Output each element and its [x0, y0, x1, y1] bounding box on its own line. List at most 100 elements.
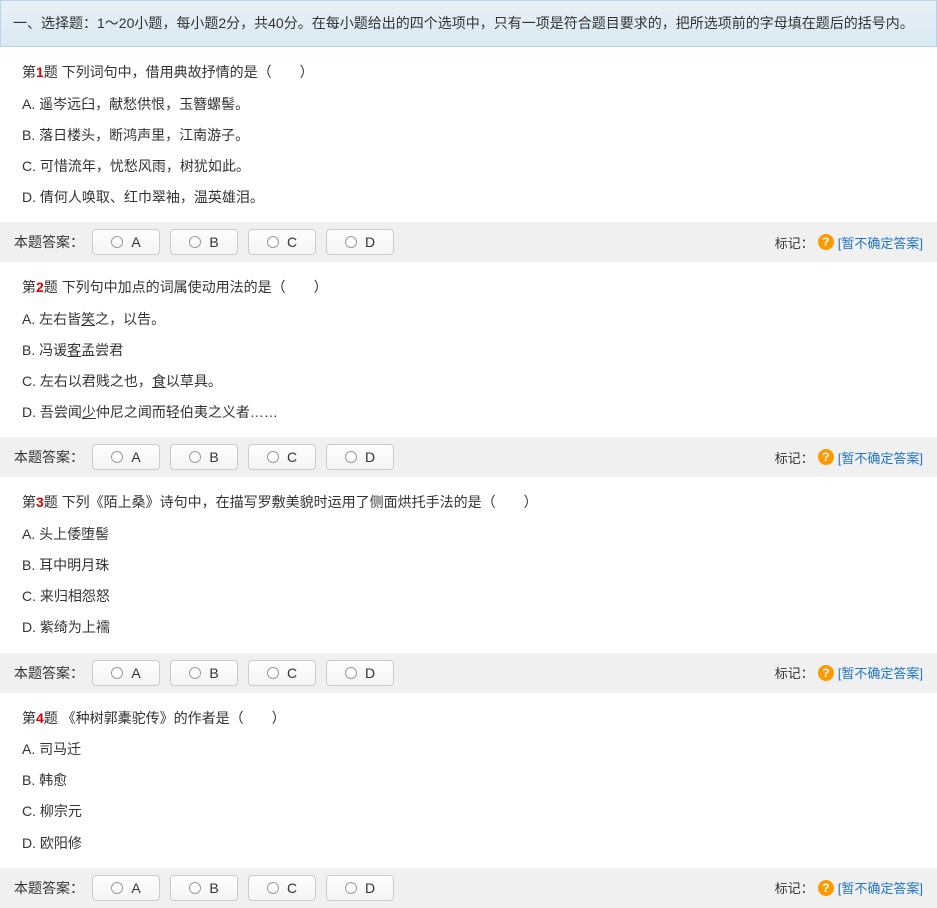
choice-letter: D — [365, 449, 375, 465]
question-title: 第2题 下列句中加点的词属使动用法的是（ ） — [22, 276, 915, 298]
option-letter: D. — [22, 619, 40, 635]
uncertain-link[interactable]: [暂不确定答案] — [838, 878, 923, 897]
option-row: B. 落日楼头，断鸿声里，江南游子。 — [22, 123, 915, 148]
radio-circle-icon — [111, 882, 123, 894]
answer-label: 本题答案： — [14, 232, 84, 252]
option-text: 以草具。 — [166, 373, 222, 389]
option-text: 左右以君贱之也， — [40, 373, 152, 389]
answer-choice-button-a[interactable]: A — [92, 875, 160, 901]
option-letter: B. — [22, 127, 39, 143]
choice-letter: B — [209, 449, 218, 465]
option-text: 欧阳修 — [40, 835, 82, 851]
option-text: 倩何人唤取、红巾翠袖，温英雄泪。 — [40, 189, 264, 205]
option-underline: 笑 — [81, 311, 95, 327]
option-text: 柳宗元 — [40, 803, 82, 819]
answer-choice-button-d[interactable]: D — [326, 229, 394, 255]
option-text: 紫绮为上襦 — [40, 619, 110, 635]
option-row: A. 头上倭堕髻 — [22, 522, 915, 547]
answer-choice-button-b[interactable]: B — [170, 444, 238, 470]
mark-label: 标记： — [775, 233, 814, 252]
question-stem: 下列句中加点的词属使动用法的是（ ） — [62, 279, 328, 295]
option-underline: 少 — [82, 404, 96, 420]
choice-letter: C — [287, 880, 297, 896]
option-underline: 客 — [67, 342, 81, 358]
radio-circle-icon — [111, 236, 123, 248]
answer-choice-button-b[interactable]: B — [170, 229, 238, 255]
question-number-prefix: 第 — [22, 710, 36, 726]
uncertain-link[interactable]: [暂不确定答案] — [838, 663, 923, 682]
answer-choice-button-c[interactable]: C — [248, 875, 316, 901]
answer-choice-button-b[interactable]: B — [170, 660, 238, 686]
section-header: 一、选择题：1～20小题，每小题2分，共40分。在每小题给出的四个选项中，只有一… — [0, 0, 937, 47]
option-text: 头上倭堕髻 — [39, 526, 109, 542]
choice-letter: D — [365, 665, 375, 681]
choice-letter: A — [131, 234, 140, 250]
answer-choice-button-d[interactable]: D — [326, 875, 394, 901]
answer-label: 本题答案： — [14, 447, 84, 467]
mark-area: 标记：?[暂不确定答案] — [775, 663, 923, 682]
choice-letter: C — [287, 234, 297, 250]
answer-choice-button-a[interactable]: A — [92, 660, 160, 686]
question-stem: 《种树郭橐驼传》的作者是（ ） — [62, 710, 286, 726]
option-row: C. 柳宗元 — [22, 799, 915, 824]
option-row: D. 倩何人唤取、红巾翠袖，温英雄泪。 — [22, 185, 915, 210]
help-icon[interactable]: ? — [818, 880, 834, 896]
option-text: 可惜流年，忧愁风雨，树犹如此。 — [40, 158, 250, 174]
option-row: B. 韩愈 — [22, 768, 915, 793]
option-letter: B. — [22, 557, 39, 573]
option-text: 孟尝君 — [81, 342, 123, 358]
answer-choice-button-c[interactable]: C — [248, 660, 316, 686]
option-letter: D. — [22, 404, 40, 420]
question-title: 第3题 下列《陌上桑》诗句中，在描写罗敷美貌时运用了侧面烘托手法的是（ ） — [22, 491, 915, 513]
mark-label: 标记： — [775, 878, 814, 897]
answer-label: 本题答案： — [14, 663, 84, 683]
help-icon[interactable]: ? — [818, 234, 834, 250]
option-row: A. 遥岑远臼，献愁供恨，玉簪螺髻。 — [22, 92, 915, 117]
option-letter: C. — [22, 588, 40, 604]
uncertain-link[interactable]: [暂不确定答案] — [838, 233, 923, 252]
answer-label: 本题答案： — [14, 878, 84, 898]
option-letter: D. — [22, 189, 40, 205]
question-number: 1 — [36, 64, 44, 80]
radio-circle-icon — [267, 667, 279, 679]
option-row: C. 来归相怨怒 — [22, 584, 915, 609]
answer-choice-button-a[interactable]: A — [92, 444, 160, 470]
answer-choice-button-c[interactable]: C — [248, 229, 316, 255]
option-text: 落日楼头，断鸿声里，江南游子。 — [39, 127, 249, 143]
answer-choice-button-b[interactable]: B — [170, 875, 238, 901]
choice-letter: B — [209, 665, 218, 681]
option-text: 遥岑远臼，献愁供恨，玉簪螺髻。 — [39, 96, 249, 112]
answer-bar: 本题答案： A B C D 标记：?[暂不确定答案] — [0, 437, 937, 477]
choice-letter: B — [209, 880, 218, 896]
question-number: 2 — [36, 279, 44, 295]
question-stem: 下列词句中，借用典故抒情的是（ ） — [62, 64, 314, 80]
mark-area: 标记：?[暂不确定答案] — [775, 878, 923, 897]
question-number-prefix: 第 — [22, 279, 36, 295]
option-letter: A. — [22, 741, 39, 757]
question-block: 第2题 下列句中加点的词属使动用法的是（ ）A. 左右皆笑之，以告。B. 冯谖客… — [0, 262, 937, 437]
option-letter: A. — [22, 96, 39, 112]
answer-choice-button-a[interactable]: A — [92, 229, 160, 255]
radio-circle-icon — [345, 882, 357, 894]
uncertain-link[interactable]: [暂不确定答案] — [838, 448, 923, 467]
radio-circle-icon — [189, 882, 201, 894]
option-row: B. 耳中明月珠 — [22, 553, 915, 578]
help-icon[interactable]: ? — [818, 449, 834, 465]
answer-bar: 本题答案： A B C D 标记：?[暂不确定答案] — [0, 222, 937, 262]
help-icon[interactable]: ? — [818, 665, 834, 681]
mark-label: 标记： — [775, 663, 814, 682]
radio-circle-icon — [345, 236, 357, 248]
answer-choice-button-c[interactable]: C — [248, 444, 316, 470]
question-block: 第4题 《种树郭橐驼传》的作者是（ ）A. 司马迁B. 韩愈C. 柳宗元D. 欧… — [0, 693, 937, 868]
answer-choice-button-d[interactable]: D — [326, 444, 394, 470]
option-row: C. 左右以君贱之也，食以草具。 — [22, 369, 915, 394]
question-number-suffix: 题 — [44, 494, 62, 510]
question-title: 第4题 《种树郭橐驼传》的作者是（ ） — [22, 707, 915, 729]
mark-area: 标记：?[暂不确定答案] — [775, 448, 923, 467]
radio-circle-icon — [111, 667, 123, 679]
option-row: C. 可惜流年，忧愁风雨，树犹如此。 — [22, 154, 915, 179]
option-letter: C. — [22, 373, 40, 389]
answer-choice-button-d[interactable]: D — [326, 660, 394, 686]
question-title: 第1题 下列词句中，借用典故抒情的是（ ） — [22, 61, 915, 83]
choice-letter: D — [365, 234, 375, 250]
